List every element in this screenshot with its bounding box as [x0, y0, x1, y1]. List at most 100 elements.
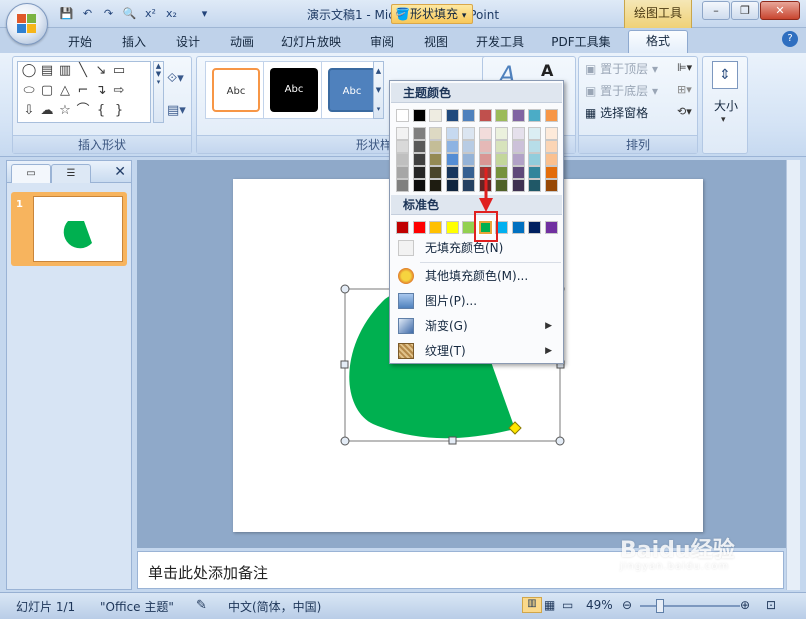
theme-shade-swatch[interactable]	[396, 153, 409, 166]
tab-review[interactable]: 审阅	[360, 32, 404, 53]
star-icon[interactable]: ☆	[56, 102, 74, 120]
theme-color-swatch[interactable]	[396, 109, 409, 122]
theme-shade-swatch[interactable]	[429, 166, 442, 179]
tab-format[interactable]: 格式	[628, 30, 688, 54]
office-button[interactable]	[6, 3, 48, 45]
textbox-shape-icon[interactable]: ▤	[38, 62, 56, 80]
theme-shade-swatch[interactable]	[544, 140, 558, 153]
theme-shade-swatch[interactable]	[511, 153, 525, 166]
vertical-scrollbar[interactable]	[786, 160, 800, 590]
more-colors-item[interactable]: 其他填充颜色(M)...	[391, 264, 562, 288]
theme-shade-swatch[interactable]	[511, 140, 525, 153]
brace-icon[interactable]: {	[92, 102, 110, 120]
theme-color-swatch[interactable]	[445, 109, 459, 122]
down-arrow-icon[interactable]: ⇩	[20, 102, 38, 120]
rect-shape-icon[interactable]: ◯	[20, 62, 38, 80]
help-icon[interactable]: ?	[782, 31, 798, 47]
theme-shade-swatch[interactable]	[528, 140, 541, 153]
standard-color-swatch[interactable]	[445, 221, 459, 234]
gradient-fill-item[interactable]: 渐变(G) ▶	[391, 314, 562, 338]
theme-shade-swatch[interactable]	[462, 179, 475, 192]
theme-color-swatch[interactable]	[511, 109, 525, 122]
theme-shade-swatch[interactable]	[429, 140, 442, 153]
zoom-slider-thumb[interactable]	[656, 599, 664, 613]
slide-sorter-icon[interactable]: ▦	[544, 598, 555, 612]
theme-shade-swatch[interactable]	[495, 153, 508, 166]
standard-color-swatch[interactable]	[544, 221, 558, 234]
theme-shade-swatch[interactable]	[445, 140, 459, 153]
tab-pdf[interactable]: PDF工具集	[545, 32, 617, 53]
picture-fill-item[interactable]: 图片(P)...	[391, 289, 562, 313]
theme-color-swatch[interactable]	[544, 109, 558, 122]
theme-shade-swatch[interactable]	[396, 127, 409, 140]
theme-shade-swatch[interactable]	[495, 179, 508, 192]
theme-shade-swatch[interactable]	[528, 179, 541, 192]
textbox-insert-icon[interactable]: ▤▾	[167, 103, 186, 118]
tab-insert[interactable]: 插入	[112, 32, 156, 53]
style-gallery-item-2[interactable]: Abc	[263, 61, 323, 119]
theme-shade-swatch[interactable]	[396, 179, 409, 192]
theme-shade-swatch[interactable]	[462, 140, 475, 153]
theme-shade-swatch[interactable]	[528, 127, 541, 140]
rounded-rect-icon[interactable]: ▢	[38, 82, 56, 100]
edit-shape-icon[interactable]: ⟐▾	[167, 71, 184, 86]
theme-shade-swatch[interactable]	[511, 127, 525, 140]
theme-shade-swatch[interactable]	[478, 127, 492, 140]
theme-shade-swatch[interactable]	[396, 140, 409, 153]
standard-color-swatch[interactable]	[412, 221, 426, 234]
zoom-in-icon[interactable]: ⊕	[740, 598, 750, 612]
resize-handle-bottom[interactable]	[448, 436, 457, 445]
theme-shade-swatch[interactable]	[495, 140, 508, 153]
theme-shade-swatch[interactable]	[462, 153, 475, 166]
tab-outline[interactable]: ☰	[51, 164, 91, 183]
tab-developer[interactable]: 开发工具	[470, 32, 530, 53]
theme-shade-swatch[interactable]	[528, 166, 541, 179]
normal-view-icon[interactable]: ▥	[522, 597, 542, 613]
theme-color-swatch[interactable]	[462, 109, 475, 122]
theme-color-swatch[interactable]	[412, 109, 426, 122]
theme-shade-swatch[interactable]	[462, 166, 475, 179]
arrow-line-icon[interactable]: ↘	[92, 62, 110, 80]
rotate-icon[interactable]: ⟲▾	[677, 105, 692, 118]
theme-shade-swatch[interactable]	[445, 153, 459, 166]
tab-design[interactable]: 设计	[166, 32, 210, 53]
spellcheck-icon[interactable]: ✎	[196, 598, 207, 613]
oval-icon[interactable]: ⬭	[20, 82, 38, 100]
theme-shade-swatch[interactable]	[511, 166, 525, 179]
cloud-icon[interactable]: ☁	[38, 102, 56, 120]
style-gallery-item-3[interactable]: Abc	[321, 61, 381, 119]
theme-color-swatch[interactable]	[429, 109, 442, 122]
bring-to-front-button[interactable]: ▣ 置于顶层 ▾	[585, 59, 658, 79]
right-arrow-icon[interactable]: ⇨	[110, 82, 128, 100]
zoom-slider[interactable]	[640, 605, 740, 607]
resize-handle-tl[interactable]	[340, 284, 350, 294]
tab-slides[interactable]: ▭	[11, 164, 51, 183]
shape-gallery-scroll[interactable]: ▲ ▼ ▾	[153, 61, 164, 123]
send-to-back-button[interactable]: ▣ 置于底层 ▾	[585, 81, 658, 101]
theme-shade-swatch[interactable]	[412, 153, 426, 166]
theme-shade-swatch[interactable]	[462, 127, 475, 140]
vertical-textbox-icon[interactable]: ▥	[56, 62, 74, 80]
theme-shade-swatch[interactable]	[412, 140, 426, 153]
style-gallery-scroll[interactable]: ▲ ▼ ▾	[373, 61, 384, 119]
minimize-button[interactable]: –	[702, 1, 730, 20]
shape-fill-button[interactable]: 🪣 形状填充 ▾	[391, 4, 473, 24]
theme-shade-swatch[interactable]	[528, 153, 541, 166]
tab-animation[interactable]: 动画	[220, 32, 264, 53]
tab-slideshow[interactable]: 幻灯片放映	[274, 32, 348, 53]
theme-shade-swatch[interactable]	[511, 179, 525, 192]
theme-shade-swatch[interactable]	[412, 179, 426, 192]
theme-shade-swatch[interactable]	[445, 179, 459, 192]
theme-shade-swatch[interactable]	[544, 127, 558, 140]
theme-shade-swatch[interactable]	[478, 140, 492, 153]
theme-shade-swatch[interactable]	[495, 127, 508, 140]
theme-shade-swatch[interactable]	[412, 166, 426, 179]
selection-pane-button[interactable]: ▦ 选择窗格	[585, 103, 648, 123]
elbow-connector-icon[interactable]: ⌐	[74, 82, 92, 100]
fit-window-icon[interactable]: ⊡	[766, 598, 776, 612]
close-icon[interactable]: ✕	[114, 164, 126, 180]
triangle-icon[interactable]: △	[56, 82, 74, 100]
theme-shade-swatch[interactable]	[495, 166, 508, 179]
resize-handle-left[interactable]	[340, 360, 349, 369]
shape-gallery[interactable]: ◯ ▤ ▥ ╲ ↘ ▭ ⬭ ▢ △ ⌐ ↴ ⇨ ⇩ ☁ ☆ ⌒ { }	[17, 61, 151, 123]
